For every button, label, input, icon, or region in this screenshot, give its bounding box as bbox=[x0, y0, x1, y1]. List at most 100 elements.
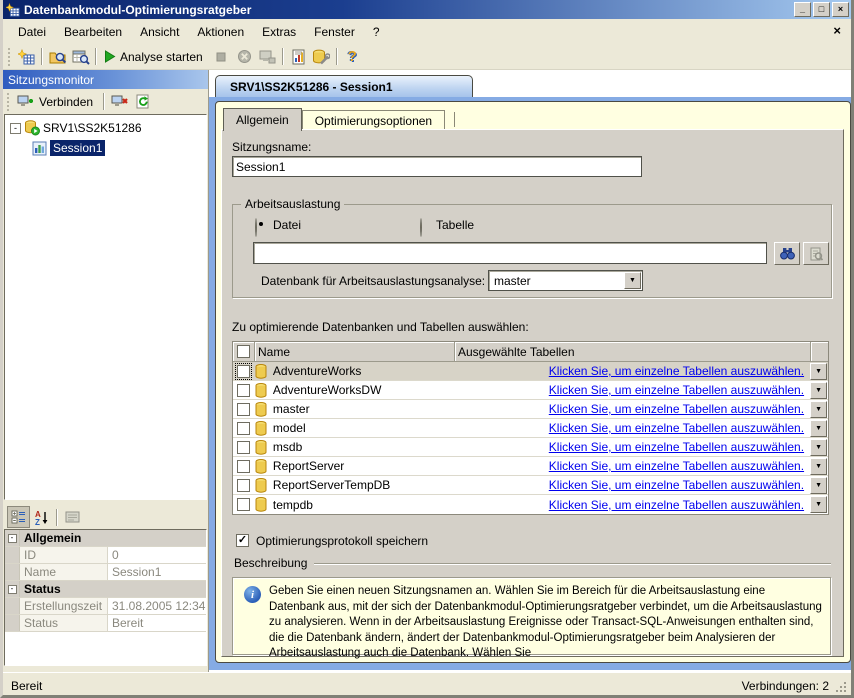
disconnect-button[interactable] bbox=[108, 91, 131, 113]
chevron-down-icon[interactable]: ▼ bbox=[810, 477, 827, 494]
folder-search-icon bbox=[49, 49, 67, 65]
page-tab-strip: Allgemein Optimierungsoptionen bbox=[223, 107, 455, 130]
menu-extras[interactable]: Extras bbox=[253, 22, 305, 42]
tab-allgemein[interactable]: Allgemein bbox=[223, 108, 302, 131]
sort-az-icon: A Z bbox=[35, 510, 49, 525]
workload-table-radio-label[interactable]: Tabelle bbox=[436, 218, 474, 232]
open-workload-table-button[interactable] bbox=[69, 46, 92, 68]
chevron-down-icon[interactable]: ▼ bbox=[810, 420, 827, 437]
menu-help[interactable]: ? bbox=[364, 22, 389, 42]
document-tab-title: SRV1\SS2K51286 - Session1 bbox=[230, 80, 393, 94]
toolbar-separator bbox=[41, 48, 43, 65]
property-key: ID bbox=[20, 547, 108, 563]
select-tables-link[interactable]: Klicken Sie, um einzelne Tabellen auszuw… bbox=[549, 440, 804, 454]
workload-table-radio[interactable] bbox=[420, 218, 422, 237]
reports-button[interactable] bbox=[287, 46, 310, 68]
table-row[interactable]: AdventureWorksDW Klicken Sie, um einzeln… bbox=[233, 381, 828, 400]
document-tab[interactable]: SRV1\SS2K51286 - Session1 bbox=[215, 75, 473, 98]
row-checkbox[interactable] bbox=[237, 403, 250, 416]
table-row[interactable]: msdb Klicken Sie, um einzelne Tabellen a… bbox=[233, 438, 828, 457]
table-row[interactable]: tempdb Klicken Sie, um einzelne Tabellen… bbox=[233, 495, 828, 514]
status-connections: Verbindungen: 2 bbox=[742, 679, 829, 693]
table-row[interactable]: master Klicken Sie, um einzelne Tabellen… bbox=[233, 400, 828, 419]
select-all-checkbox[interactable] bbox=[237, 345, 250, 358]
row-checkbox[interactable] bbox=[237, 479, 250, 492]
property-category-label: Allgemein bbox=[20, 530, 206, 546]
menu-fenster[interactable]: Fenster bbox=[305, 22, 364, 42]
workload-file-input[interactable] bbox=[253, 242, 767, 264]
save-log-label[interactable]: Optimierungsprotokoll speichern bbox=[256, 534, 428, 548]
sort-alphabetical-button[interactable]: A Z bbox=[30, 506, 53, 528]
tuning-options-button[interactable] bbox=[310, 46, 333, 68]
app-window: Datenbankmodul-Optimierungsratgeber _ □ … bbox=[0, 0, 854, 698]
refresh-button[interactable] bbox=[131, 91, 154, 113]
database-icon bbox=[255, 478, 267, 493]
property-value: Session1 bbox=[108, 564, 206, 580]
workload-file-radio-label[interactable]: Datei bbox=[273, 218, 301, 232]
category-collapse-icon[interactable]: - bbox=[5, 530, 20, 546]
tree-item-server[interactable]: - SRV1\SS2K51286 bbox=[10, 120, 142, 136]
select-tables-link[interactable]: Klicken Sie, um einzelne Tabellen auszuw… bbox=[549, 421, 804, 435]
select-tables-link[interactable]: Klicken Sie, um einzelne Tabellen auszuw… bbox=[549, 459, 804, 473]
column-header-name[interactable]: Name bbox=[255, 342, 455, 362]
view-file-button bbox=[803, 242, 829, 265]
tree-item-session[interactable]: Session1 bbox=[32, 140, 105, 156]
chevron-down-icon[interactable]: ▼ bbox=[810, 496, 827, 513]
browse-file-button[interactable] bbox=[774, 242, 800, 265]
toolbar-grip[interactable] bbox=[8, 48, 13, 66]
save-log-checkbox[interactable]: ✓ bbox=[236, 534, 249, 547]
row-checkbox[interactable] bbox=[237, 384, 250, 397]
database-icon bbox=[255, 497, 267, 512]
select-tables-link[interactable]: Klicken Sie, um einzelne Tabellen auszuw… bbox=[549, 364, 804, 378]
chevron-down-icon[interactable]: ▼ bbox=[810, 401, 827, 418]
column-header-tables[interactable]: Ausgewählte Tabellen bbox=[455, 342, 811, 362]
table-row[interactable]: model Klicken Sie, um einzelne Tabellen … bbox=[233, 419, 828, 438]
toolbar-separator bbox=[56, 509, 58, 526]
chevron-down-icon[interactable]: ▼ bbox=[810, 458, 827, 475]
table-row[interactable]: ReportServerTempDB Klicken Sie, um einze… bbox=[233, 476, 828, 495]
resize-grip[interactable] bbox=[836, 682, 848, 694]
start-analysis-button[interactable]: Analyse starten bbox=[100, 46, 210, 68]
menu-datei[interactable]: Datei bbox=[9, 22, 55, 42]
chevron-down-icon[interactable]: ▼ bbox=[810, 439, 827, 456]
row-checkbox[interactable] bbox=[237, 422, 250, 435]
main-toolbar: Analyse starten bbox=[3, 44, 851, 70]
toolbar-grip[interactable] bbox=[7, 93, 12, 111]
row-checkbox[interactable] bbox=[237, 460, 250, 473]
row-checkbox[interactable] bbox=[237, 365, 250, 378]
collapse-icon[interactable]: - bbox=[10, 123, 21, 134]
select-tables-link[interactable]: Klicken Sie, um einzelne Tabellen auszuw… bbox=[549, 383, 804, 397]
minimize-button[interactable]: _ bbox=[794, 2, 811, 17]
chevron-down-icon[interactable]: ▼ bbox=[624, 272, 641, 289]
close-button[interactable]: × bbox=[832, 2, 849, 17]
select-tables-link[interactable]: Klicken Sie, um einzelne Tabellen auszuw… bbox=[549, 498, 804, 512]
table-row[interactable]: ReportServer Klicken Sie, um einzelne Ta… bbox=[233, 457, 828, 476]
open-workload-file-button[interactable] bbox=[46, 46, 69, 68]
database-name: model bbox=[273, 421, 306, 435]
menu-bearbeiten[interactable]: Bearbeiten bbox=[55, 22, 131, 42]
table-row[interactable]: AdventureWorks Klicken Sie, um einzelne … bbox=[233, 362, 828, 381]
help-button[interactable]: ? bbox=[341, 46, 364, 68]
new-session-button[interactable] bbox=[15, 46, 38, 68]
property-row: Status Bereit bbox=[5, 615, 206, 632]
chevron-down-icon[interactable]: ▼ bbox=[810, 363, 827, 380]
categorized-button[interactable] bbox=[7, 506, 30, 528]
workload-file-radio[interactable] bbox=[255, 218, 257, 237]
row-checkbox[interactable] bbox=[237, 498, 250, 511]
file-preview-icon bbox=[809, 247, 823, 261]
tab-optimierungsoptionen[interactable]: Optimierungsoptionen bbox=[302, 110, 445, 130]
select-tables-link[interactable]: Klicken Sie, um einzelne Tabellen auszuw… bbox=[549, 402, 804, 416]
row-checkbox[interactable] bbox=[237, 441, 250, 454]
connect-button[interactable]: Verbinden bbox=[14, 91, 100, 113]
category-collapse-icon[interactable]: - bbox=[5, 581, 20, 597]
session-name-input[interactable] bbox=[232, 156, 642, 177]
start-analysis-label: Analyse starten bbox=[120, 50, 203, 64]
play-icon bbox=[103, 50, 116, 63]
workload-db-select[interactable]: master ▼ bbox=[488, 270, 643, 291]
chevron-down-icon[interactable]: ▼ bbox=[810, 382, 827, 399]
menu-ansicht[interactable]: Ansicht bbox=[131, 22, 188, 42]
select-tables-link[interactable]: Klicken Sie, um einzelne Tabellen auszuw… bbox=[549, 478, 804, 492]
menu-aktionen[interactable]: Aktionen bbox=[188, 22, 253, 42]
document-close-icon[interactable]: × bbox=[833, 23, 841, 38]
maximize-button[interactable]: □ bbox=[813, 2, 830, 17]
